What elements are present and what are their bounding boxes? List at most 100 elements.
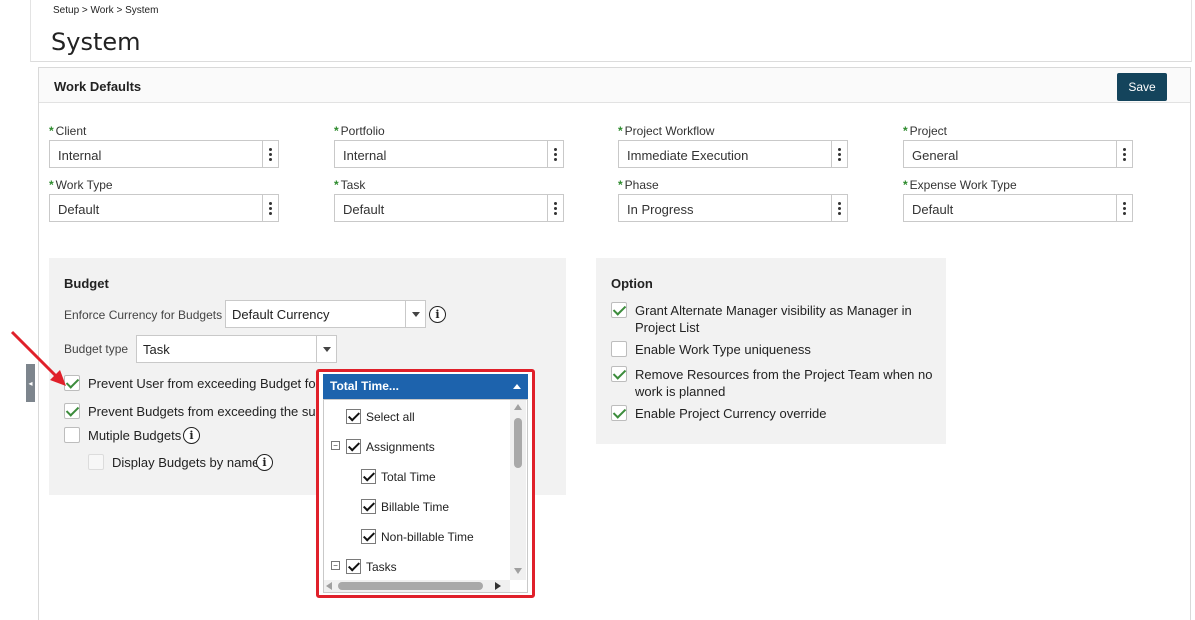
scroll-down-icon[interactable] (514, 568, 522, 574)
grant-alternate-manager-checkbox[interactable] (611, 302, 627, 318)
collapse-icon[interactable]: − (331, 441, 340, 450)
non-billable-time-label: Non-billable Time (381, 530, 474, 544)
dropdown-title: Total Time... (330, 379, 399, 393)
remove-resources-checkbox[interactable] (611, 366, 627, 382)
kebab-menu-icon[interactable] (1116, 141, 1132, 167)
phase-label: Phase (624, 178, 659, 192)
dropdown-header[interactable]: Total Time... (323, 374, 528, 399)
expense-work-type-field: * Expense Work Type Default (903, 178, 1133, 222)
billable-time-checkbox[interactable] (361, 499, 376, 514)
project-workflow-label: Project Workflow (624, 124, 715, 138)
non-billable-time-checkbox[interactable] (361, 529, 376, 544)
client-input[interactable]: Internal (49, 140, 279, 168)
required-marker: * (618, 178, 623, 192)
required-marker: * (618, 124, 623, 138)
scroll-thumb[interactable] (514, 418, 522, 468)
work-type-field: * Work Type Default (49, 178, 279, 222)
required-marker: * (903, 124, 908, 138)
expense-work-type-label: Expense Work Type (909, 178, 1017, 192)
kebab-menu-icon[interactable] (262, 141, 278, 167)
project-workflow-value: Immediate Execution (627, 148, 749, 163)
option-section: Option Grant Alternate Manager visibilit… (596, 258, 946, 444)
enable-project-currency-override-label: Enable Project Currency override (635, 406, 827, 421)
multiple-budgets-label: Mutiple Budgets (88, 428, 182, 443)
kebab-menu-icon[interactable] (831, 195, 847, 221)
multiple-budgets-checkbox[interactable] (64, 427, 80, 443)
task-field: * Task Default (334, 178, 564, 222)
project-field: * Project General (903, 124, 1133, 168)
assignments-label: Assignments (366, 440, 435, 454)
scroll-up-icon[interactable] (514, 404, 522, 410)
prevent-user-exceeding-label: Prevent User from exceeding Budget for (88, 376, 320, 391)
chevron-up-icon[interactable] (513, 384, 521, 389)
project-value: General (912, 148, 959, 163)
portfolio-value: Internal (343, 148, 387, 163)
info-icon[interactable]: i (429, 306, 446, 323)
enforce-currency-label: Enforce Currency for Budgets (64, 308, 223, 322)
required-marker: * (334, 178, 339, 192)
prevent-budgets-exceeding-label: Prevent Budgets from exceeding the sun (88, 404, 323, 419)
select-all-label: Select all (366, 410, 415, 424)
kebab-menu-icon[interactable] (547, 195, 563, 221)
required-marker: * (49, 178, 54, 192)
portfolio-input[interactable]: Internal (334, 140, 564, 168)
work-type-input[interactable]: Default (49, 194, 279, 222)
expense-work-type-input[interactable]: Default (903, 194, 1133, 222)
budget-type-label: Budget type (64, 342, 129, 356)
enable-work-type-uniqueness-checkbox[interactable] (611, 341, 627, 357)
budget-title: Budget (64, 276, 109, 291)
scroll-left-icon[interactable] (326, 582, 332, 590)
tasks-checkbox[interactable] (346, 559, 361, 574)
page-header: Setup > Work > System System (30, 0, 1192, 62)
project-workflow-field: * Project Workflow Immediate Execution (618, 124, 848, 168)
enable-work-type-uniqueness-label: Enable Work Type uniqueness (635, 342, 811, 357)
kebab-menu-icon[interactable] (262, 195, 278, 221)
total-time-label: Total Time (381, 470, 436, 484)
billable-time-label: Billable Time (381, 500, 450, 514)
vertical-scrollbar[interactable] (510, 400, 526, 580)
chevron-down-icon[interactable] (316, 336, 336, 362)
remove-resources-label: Remove Resources from the Project Team w… (635, 367, 933, 399)
scroll-thumb[interactable] (338, 582, 483, 590)
work-type-label: Work Type (55, 178, 113, 192)
scroll-right-icon[interactable] (495, 582, 501, 590)
enable-project-currency-override-checkbox[interactable] (611, 405, 627, 421)
total-time-checkbox[interactable] (361, 469, 376, 484)
expense-work-type-value: Default (912, 202, 954, 217)
phase-input[interactable]: In Progress (618, 194, 848, 222)
grant-alternate-manager-label: Grant Alternate Manager visibility as Ma… (635, 303, 912, 335)
chevron-down-icon[interactable] (405, 301, 425, 327)
panel-header: Work Defaults Save (39, 68, 1190, 103)
breadcrumb[interactable]: Setup > Work > System (53, 5, 158, 16)
display-budgets-by-name-checkbox[interactable] (88, 454, 104, 470)
kebab-menu-icon[interactable] (1116, 195, 1132, 221)
budget-type-select[interactable]: Task (136, 335, 337, 363)
project-workflow-input[interactable]: Immediate Execution (618, 140, 848, 168)
info-icon[interactable]: i (183, 427, 200, 444)
collapse-icon[interactable]: − (331, 561, 340, 570)
required-marker: * (334, 124, 339, 138)
display-budgets-by-name-label: Display Budgets by name (112, 455, 260, 470)
enforce-currency-select[interactable]: Default Currency (225, 300, 426, 328)
required-marker: * (49, 124, 54, 138)
enforce-currency-value: Default Currency (232, 307, 330, 322)
task-label: Task (340, 178, 366, 192)
save-button[interactable]: Save (1117, 73, 1167, 101)
kebab-menu-icon[interactable] (547, 141, 563, 167)
multi-select-dropdown: Total Time... Select all − Assignments T… (316, 369, 535, 598)
dropdown-list: Select all − Assignments Total Time Bill… (323, 399, 528, 593)
phase-value: In Progress (627, 202, 694, 217)
portfolio-label: Portfolio (340, 124, 385, 138)
project-input[interactable]: General (903, 140, 1133, 168)
select-all-checkbox[interactable] (346, 409, 361, 424)
required-marker: * (903, 178, 908, 192)
info-icon[interactable]: i (256, 454, 273, 471)
horizontal-scrollbar[interactable] (324, 580, 510, 592)
task-input[interactable]: Default (334, 194, 564, 222)
kebab-menu-icon[interactable] (831, 141, 847, 167)
prevent-budgets-exceeding-checkbox[interactable] (64, 403, 80, 419)
panel-title: Work Defaults (54, 79, 142, 94)
option-title: Option (611, 276, 653, 291)
assignments-checkbox[interactable] (346, 439, 361, 454)
phase-field: * Phase In Progress (618, 178, 848, 222)
